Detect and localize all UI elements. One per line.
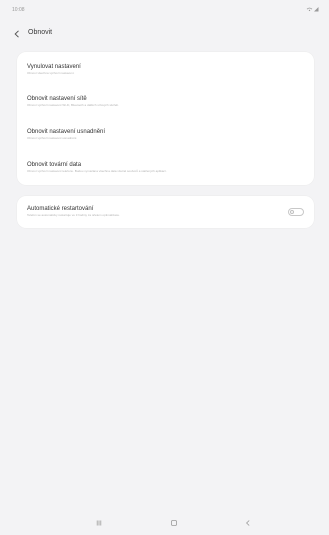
factory-reset-description: Obnoví výchozí nastavení telefonu. Budou… bbox=[27, 169, 167, 173]
status-icons bbox=[306, 6, 320, 14]
recents-button[interactable] bbox=[92, 516, 106, 530]
page-title: Obnovit bbox=[28, 29, 53, 36]
auto-restart-item[interactable]: Automatické restartování Telefon se auto… bbox=[27, 205, 274, 218]
reset-settings-title: Vynulovat nastavení bbox=[27, 64, 81, 70]
back-button[interactable] bbox=[11, 28, 23, 40]
wifi-signal-icon bbox=[306, 7, 319, 12]
auto-restart-description: Telefon se automaticky restartuje ve 3 h… bbox=[27, 213, 120, 217]
auto-restart-title: Automatické restartování bbox=[27, 206, 94, 212]
auto-restart-card[interactable]: Automatické restartování Telefon se auto… bbox=[17, 196, 314, 228]
status-bar: 10:08 bbox=[0, 0, 329, 20]
reset-settings-description: Obnoví všechna výchozí nastavení. bbox=[27, 71, 75, 75]
reset-accessibility-title: Obnovit nastavení usnadnění bbox=[27, 129, 106, 135]
toggle-knob bbox=[290, 210, 294, 214]
nav-back-button[interactable] bbox=[241, 516, 255, 530]
reset-accessibility-description: Obnoví výchozí nastavení usnadnění. bbox=[27, 136, 78, 140]
factory-reset-title: Obnovit tovární data bbox=[27, 162, 82, 168]
chevron-left-icon bbox=[14, 30, 19, 38]
reset-network-description: Obnoví výchozí nastavení Wi-Fi, Bluetoot… bbox=[27, 103, 120, 107]
back-icon bbox=[246, 520, 250, 526]
reset-network-title: Obnovit nastavení sítě bbox=[27, 96, 87, 102]
reset-options-card: Vynulovat nastavení Obnoví všechna výcho… bbox=[17, 52, 314, 185]
recents-icon bbox=[96, 520, 102, 526]
reset-network-item[interactable]: Obnovit nastavení sítě Obnoví výchozí na… bbox=[27, 95, 302, 108]
home-icon bbox=[171, 520, 177, 526]
navigation-bar bbox=[0, 511, 329, 535]
reset-accessibility-item[interactable]: Obnovit nastavení usnadnění Obnoví výcho… bbox=[27, 128, 302, 141]
home-button[interactable] bbox=[167, 516, 181, 530]
auto-restart-toggle[interactable] bbox=[288, 208, 304, 216]
factory-reset-item[interactable]: Obnovit tovární data Obnoví výchozí nast… bbox=[27, 161, 302, 174]
app-bar: Obnovit bbox=[0, 22, 329, 42]
reset-settings-item[interactable]: Vynulovat nastavení Obnoví všechna výcho… bbox=[27, 63, 302, 76]
status-time: 10:08 bbox=[12, 7, 25, 13]
